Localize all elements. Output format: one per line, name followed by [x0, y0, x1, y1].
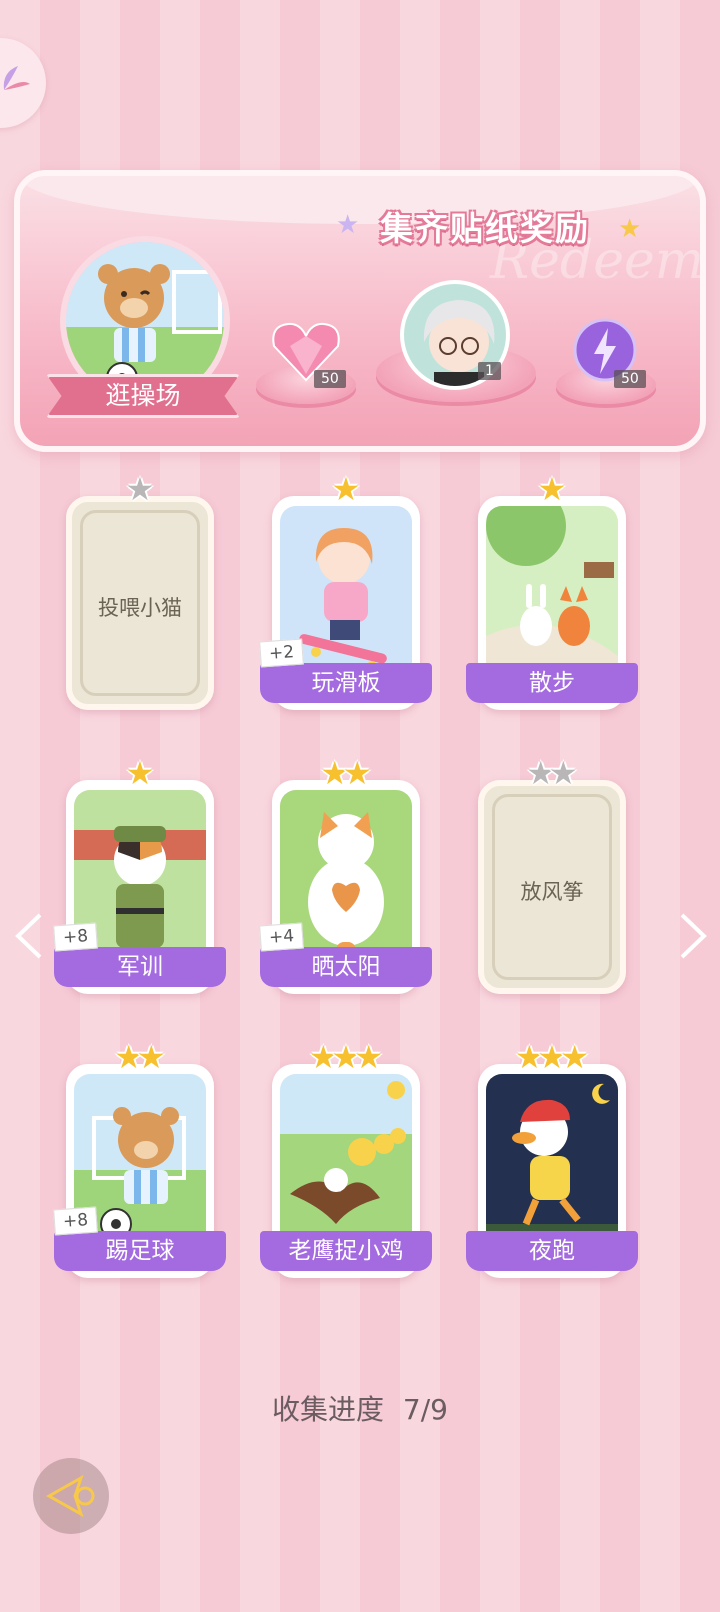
card-title: 玩滑板 — [260, 663, 432, 703]
eagle-chicks-illustration — [280, 1074, 412, 1252]
sticker-card[interactable]: ★ +8 军训 — [53, 756, 226, 994]
menu-button[interactable] — [0, 38, 46, 128]
star-rating: ★ — [470, 472, 634, 506]
card-title: 放风筝 — [520, 880, 584, 904]
card-title: 散步 — [466, 663, 638, 703]
pinwheel-icon — [3, 66, 30, 90]
night-run-duck-illustration — [486, 1074, 618, 1252]
bonus-tag: +8 — [53, 922, 98, 952]
item-count-badge: 50 — [314, 370, 346, 388]
star-filled-icon: ★ — [137, 1038, 166, 1076]
star-rating: ★★ — [58, 1040, 222, 1074]
bunny-fox-walk-illustration — [486, 506, 618, 684]
card-title: 踢足球 — [54, 1231, 226, 1271]
back-arrow-icon — [45, 1474, 95, 1518]
main-reward-label: 逛操场 — [46, 374, 240, 418]
card-title: 夜跑 — [466, 1231, 638, 1271]
star-rating: ★★★ — [470, 1040, 634, 1074]
card-face: 投喂小猫 — [66, 496, 214, 710]
sticker-card[interactable]: ★ 散步 — [466, 472, 638, 710]
next-page-button[interactable] — [676, 906, 710, 976]
star-filled-icon: ★ — [331, 470, 361, 508]
card-title: 投喂小猫 — [98, 596, 182, 620]
chevron-left-icon — [15, 913, 42, 959]
prev-page-button[interactable] — [12, 906, 46, 976]
item-count-badge: 50 — [614, 370, 646, 388]
card-title: 军训 — [54, 947, 226, 987]
star-filled-icon: ★ — [354, 1038, 384, 1076]
card-title: 晒太阳 — [260, 947, 432, 987]
star-rating: ★★★ — [264, 1040, 428, 1074]
star-rating: ★ — [264, 472, 428, 506]
bonus-tag: +2 — [259, 638, 304, 668]
collection-progress: 收集进度 7/9 — [0, 1388, 720, 1428]
star-decoration-icon: ★ — [618, 214, 642, 244]
sticker-card[interactable]: ★★ +8 踢足球 — [53, 1040, 226, 1278]
star-filled-icon: ★ — [537, 470, 567, 508]
sticker-card[interactable]: ★★ 放风筝 — [470, 756, 634, 994]
sticker-card[interactable]: ★ +2 玩滑板 — [259, 472, 432, 710]
progress-value: 7/9 — [402, 1393, 448, 1426]
banner-title: 集齐贴纸奖励 — [380, 209, 590, 248]
progress-label: 收集进度 — [272, 1393, 385, 1426]
back-button[interactable] — [33, 1458, 109, 1534]
sticker-card[interactable]: ★ 投喂小猫 — [58, 472, 222, 710]
star-empty-icon: ★ — [125, 470, 155, 508]
star-decoration-icon: ★ — [336, 210, 360, 240]
item-count-badge: 1 — [478, 362, 501, 380]
star-filled-icon: ★ — [125, 754, 155, 792]
star-rating: ★ — [58, 756, 222, 790]
star-filled-icon: ★ — [343, 754, 372, 792]
bonus-tag: +8 — [53, 1206, 98, 1236]
bonus-tag: +4 — [259, 922, 304, 952]
star-rating: ★★ — [470, 756, 634, 790]
card-title: 老鹰捉小鸡 — [260, 1231, 432, 1271]
sticker-card[interactable]: ★★ +4 晒太阳 — [259, 756, 432, 994]
star-rating: ★ — [58, 472, 222, 506]
sticker-card[interactable]: ★★★ 老鹰捉小鸡 — [260, 1040, 432, 1278]
sticker-card[interactable]: ★★★ 夜跑 — [466, 1040, 638, 1278]
star-filled-icon: ★ — [560, 1038, 590, 1076]
star-rating: ★★ — [264, 756, 428, 790]
reward-banner: Redeem ★ ★ 集齐贴纸奖励 逛操场 50 1 50 — [14, 170, 706, 452]
card-face: 放风筝 — [478, 780, 626, 994]
star-empty-icon: ★ — [549, 754, 578, 792]
chevron-right-icon — [680, 913, 707, 959]
